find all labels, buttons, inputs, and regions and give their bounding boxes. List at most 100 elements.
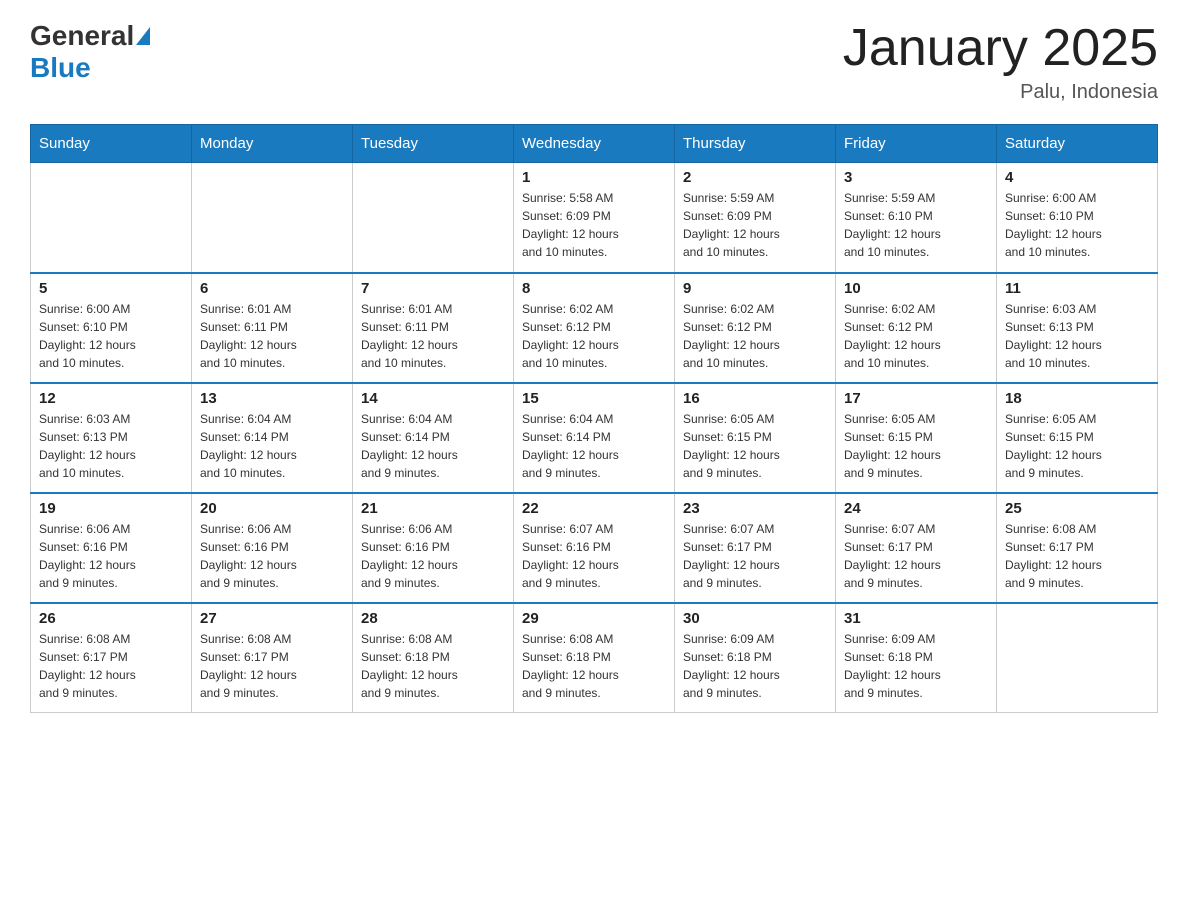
logo-arrow-icon: [136, 27, 150, 45]
logo-general-text: General: [30, 20, 134, 52]
calendar-cell: 20 Sunrise: 6:06 AM Sunset: 6:16 PM Dayli…: [192, 493, 353, 603]
calendar-cell: 4 Sunrise: 6:00 AM Sunset: 6:10 PM Daylig…: [997, 163, 1158, 273]
day-number: 14: [361, 390, 505, 407]
calendar-cell: [192, 163, 353, 273]
day-info: Sunrise: 6:03 AM Sunset: 6:13 PM Dayligh…: [39, 410, 183, 482]
calendar-cell: 27Sunrise: 6:08 AM Sunset: 6:17 PM Dayli…: [192, 603, 353, 713]
day-number: 11: [1005, 280, 1149, 297]
calendar-subtitle: Palu, Indonesia: [843, 81, 1158, 104]
day-info: Sunrise: 6:07 AM Sunset: 6:17 PM Dayligh…: [844, 520, 988, 592]
calendar-header-row: SundayMondayTuesdayWednesdayThursdayFrid…: [31, 125, 1158, 163]
day-number: 5: [39, 280, 183, 297]
day-number: 1: [522, 169, 666, 186]
calendar-week-row: 19 Sunrise: 6:06 AM Sunset: 6:16 PM Dayli…: [31, 493, 1158, 603]
title-section: January 2025 Palu, Indonesia: [843, 20, 1158, 104]
day-info: Sunrise: 6:06 AM Sunset: 6:16 PM Dayligh…: [39, 520, 183, 592]
day-number: 8: [522, 280, 666, 297]
calendar-cell: 29 Sunrise: 6:08 AM Sunset: 6:18 PM Dayli…: [514, 603, 675, 713]
day-header-sunday: Sunday: [31, 125, 192, 163]
day-info: Sunrise: 6:08 AM Sunset: 6:18 PM Dayligh…: [522, 630, 666, 702]
day-info: Sunrise: 6:01 AM Sunset: 6:11 PM Dayligh…: [200, 300, 344, 372]
day-info: Sunrise: 6:01 AM Sunset: 6:11 PM Dayligh…: [361, 300, 505, 372]
calendar-cell: 21 Sunrise: 6:06 AM Sunset: 6:16 PM Dayli…: [353, 493, 514, 603]
day-info: Sunrise: 5:59 AM Sunset: 6:09 PM Dayligh…: [683, 189, 827, 261]
day-header-thursday: Thursday: [675, 125, 836, 163]
calendar-cell: 18 Sunrise: 6:05 AM Sunset: 6:15 PM Dayli…: [997, 383, 1158, 493]
day-info: Sunrise: 6:05 AM Sunset: 6:15 PM Dayligh…: [1005, 410, 1149, 482]
day-number: 23: [683, 500, 827, 517]
day-info: Sunrise: 6:02 AM Sunset: 6:12 PM Dayligh…: [683, 300, 827, 372]
day-number: 9: [683, 280, 827, 297]
day-number: 3: [844, 169, 988, 186]
day-number: 21: [361, 500, 505, 517]
logo-blue-text: Blue: [30, 52, 91, 84]
calendar-cell: 3 Sunrise: 5:59 AM Sunset: 6:10 PM Daylig…: [836, 163, 997, 273]
calendar-cell: 28Sunrise: 6:08 AM Sunset: 6:18 PM Dayli…: [353, 603, 514, 713]
day-info: Sunrise: 6:02 AM Sunset: 6:12 PM Dayligh…: [522, 300, 666, 372]
day-info: Sunrise: 6:03 AM Sunset: 6:13 PM Dayligh…: [1005, 300, 1149, 372]
calendar-cell: [31, 163, 192, 273]
day-number: 17: [844, 390, 988, 407]
calendar-cell: 30Sunrise: 6:09 AM Sunset: 6:18 PM Dayli…: [675, 603, 836, 713]
day-info: Sunrise: 6:08 AM Sunset: 6:17 PM Dayligh…: [39, 630, 183, 702]
calendar-cell: 8 Sunrise: 6:02 AM Sunset: 6:12 PM Daylig…: [514, 273, 675, 383]
day-number: 16: [683, 390, 827, 407]
calendar-cell: 5 Sunrise: 6:00 AM Sunset: 6:10 PM Daylig…: [31, 273, 192, 383]
day-info: Sunrise: 6:04 AM Sunset: 6:14 PM Dayligh…: [522, 410, 666, 482]
page-header: General Blue January 2025 Palu, Indonesi…: [30, 20, 1158, 104]
calendar-cell: 12Sunrise: 6:03 AM Sunset: 6:13 PM Dayli…: [31, 383, 192, 493]
calendar-title: January 2025: [843, 20, 1158, 77]
logo: General Blue: [30, 20, 150, 84]
day-number: 26: [39, 610, 183, 627]
calendar-cell: 7 Sunrise: 6:01 AM Sunset: 6:11 PM Daylig…: [353, 273, 514, 383]
calendar-cell: 22 Sunrise: 6:07 AM Sunset: 6:16 PM Dayli…: [514, 493, 675, 603]
day-info: Sunrise: 5:58 AM Sunset: 6:09 PM Dayligh…: [522, 189, 666, 261]
day-info: Sunrise: 5:59 AM Sunset: 6:10 PM Dayligh…: [844, 189, 988, 261]
day-number: 24: [844, 500, 988, 517]
day-number: 2: [683, 169, 827, 186]
day-number: 20: [200, 500, 344, 517]
day-info: Sunrise: 6:04 AM Sunset: 6:14 PM Dayligh…: [361, 410, 505, 482]
day-header-friday: Friday: [836, 125, 997, 163]
day-number: 18: [1005, 390, 1149, 407]
day-number: 30: [683, 610, 827, 627]
day-number: 27: [200, 610, 344, 627]
calendar-cell: 15Sunrise: 6:04 AM Sunset: 6:14 PM Dayli…: [514, 383, 675, 493]
day-info: Sunrise: 6:08 AM Sunset: 6:18 PM Dayligh…: [361, 630, 505, 702]
day-info: Sunrise: 6:06 AM Sunset: 6:16 PM Dayligh…: [200, 520, 344, 592]
calendar-cell: 11 Sunrise: 6:03 AM Sunset: 6:13 PM Dayli…: [997, 273, 1158, 383]
calendar-cell: 9 Sunrise: 6:02 AM Sunset: 6:12 PM Daylig…: [675, 273, 836, 383]
calendar-week-row: 12Sunrise: 6:03 AM Sunset: 6:13 PM Dayli…: [31, 383, 1158, 493]
day-info: Sunrise: 6:00 AM Sunset: 6:10 PM Dayligh…: [1005, 189, 1149, 261]
day-info: Sunrise: 6:05 AM Sunset: 6:15 PM Dayligh…: [683, 410, 827, 482]
day-header-monday: Monday: [192, 125, 353, 163]
day-number: 22: [522, 500, 666, 517]
calendar-cell: 23 Sunrise: 6:07 AM Sunset: 6:17 PM Dayli…: [675, 493, 836, 603]
day-number: 13: [200, 390, 344, 407]
calendar-cell: 25Sunrise: 6:08 AM Sunset: 6:17 PM Dayli…: [997, 493, 1158, 603]
day-number: 7: [361, 280, 505, 297]
day-number: 31: [844, 610, 988, 627]
day-info: Sunrise: 6:06 AM Sunset: 6:16 PM Dayligh…: [361, 520, 505, 592]
calendar-cell: [997, 603, 1158, 713]
day-number: 19: [39, 500, 183, 517]
day-number: 29: [522, 610, 666, 627]
day-info: Sunrise: 6:07 AM Sunset: 6:17 PM Dayligh…: [683, 520, 827, 592]
day-info: Sunrise: 6:07 AM Sunset: 6:16 PM Dayligh…: [522, 520, 666, 592]
day-number: 10: [844, 280, 988, 297]
day-number: 6: [200, 280, 344, 297]
calendar-week-row: 5 Sunrise: 6:00 AM Sunset: 6:10 PM Daylig…: [31, 273, 1158, 383]
day-number: 4: [1005, 169, 1149, 186]
day-info: Sunrise: 6:09 AM Sunset: 6:18 PM Dayligh…: [844, 630, 988, 702]
calendar-cell: 10Sunrise: 6:02 AM Sunset: 6:12 PM Dayli…: [836, 273, 997, 383]
day-header-saturday: Saturday: [997, 125, 1158, 163]
day-info: Sunrise: 6:05 AM Sunset: 6:15 PM Dayligh…: [844, 410, 988, 482]
day-info: Sunrise: 6:08 AM Sunset: 6:17 PM Dayligh…: [1005, 520, 1149, 592]
calendar-cell: 13Sunrise: 6:04 AM Sunset: 6:14 PM Dayli…: [192, 383, 353, 493]
calendar-cell: 16 Sunrise: 6:05 AM Sunset: 6:15 PM Dayli…: [675, 383, 836, 493]
calendar-table: SundayMondayTuesdayWednesdayThursdayFrid…: [30, 124, 1158, 713]
day-info: Sunrise: 6:00 AM Sunset: 6:10 PM Dayligh…: [39, 300, 183, 372]
calendar-cell: 24 Sunrise: 6:07 AM Sunset: 6:17 PM Dayli…: [836, 493, 997, 603]
calendar-cell: 19 Sunrise: 6:06 AM Sunset: 6:16 PM Dayli…: [31, 493, 192, 603]
calendar-cell: 14 Sunrise: 6:04 AM Sunset: 6:14 PM Dayli…: [353, 383, 514, 493]
